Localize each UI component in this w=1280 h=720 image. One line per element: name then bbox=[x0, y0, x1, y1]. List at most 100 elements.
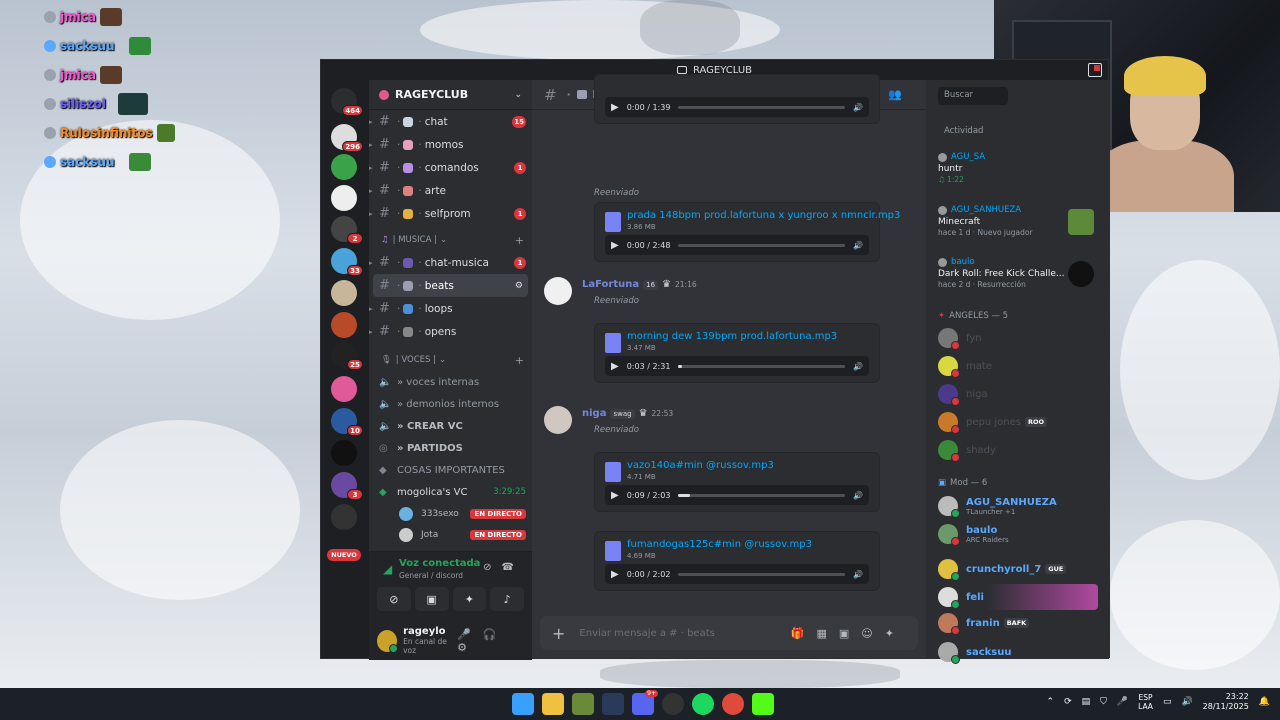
member-item[interactable]: pepu jones ROO bbox=[938, 409, 1098, 435]
network-icon[interactable]: ▤ bbox=[1082, 697, 1091, 707]
play-icon[interactable]: ▶ bbox=[611, 240, 619, 251]
add-channel-icon[interactable]: + bbox=[515, 354, 524, 367]
steam-icon[interactable] bbox=[602, 693, 624, 715]
soundboard-icon[interactable]: ♪ bbox=[490, 587, 524, 611]
play-icon[interactable]: ▶ bbox=[611, 569, 619, 580]
audio-attachment[interactable]: ▶ 0:00 / 1:39 🔊 bbox=[594, 74, 880, 124]
add-channel-icon[interactable]: + bbox=[515, 234, 524, 247]
member-item[interactable]: sacksuu bbox=[938, 639, 1098, 665]
camera-off-icon[interactable]: ⊘ bbox=[377, 587, 411, 611]
channel-selfprom[interactable]: ▸ # · · selfprom 1 bbox=[369, 202, 532, 225]
channel-comandos[interactable]: ▸ # · · comandos 1 bbox=[369, 156, 532, 179]
activity-card[interactable]: AGU_SA huntr ♫ 1:22 bbox=[938, 152, 1098, 184]
audio-progress[interactable] bbox=[678, 105, 846, 109]
channel-opens[interactable]: ▸ # · · opens bbox=[369, 320, 532, 343]
channel-beats[interactable]: # · · beats ⚙ bbox=[373, 274, 528, 297]
voice-channel[interactable]: 🔈 » demonios internos bbox=[369, 393, 532, 415]
display-icon[interactable]: ▭ bbox=[1163, 697, 1172, 707]
audio-attachment[interactable]: morning dew 139bpm prod.lafortuna.mp3 3.… bbox=[594, 323, 880, 383]
server-icon[interactable]: 10 bbox=[331, 408, 363, 436]
voice-channel[interactable]: 🔈 » CREAR VC bbox=[369, 415, 532, 437]
screen-share-icon[interactable]: ▣ bbox=[414, 587, 449, 611]
channel-chat[interactable]: ▸ # · · chat 15 bbox=[369, 110, 532, 133]
volume-icon[interactable]: 🔊 bbox=[853, 570, 863, 579]
server-icon[interactable]: 296 bbox=[331, 124, 363, 152]
minecraft-launcher-icon[interactable] bbox=[572, 693, 594, 715]
play-icon[interactable]: ▶ bbox=[611, 361, 619, 372]
file-name[interactable]: fumandogas125c#min @russov.mp3 bbox=[627, 539, 812, 550]
composer-placeholder[interactable]: Enviar mensaje a # · beats bbox=[579, 628, 714, 639]
microphone-icon[interactable]: 🎤 bbox=[1117, 697, 1128, 707]
kick-icon[interactable] bbox=[752, 693, 774, 715]
category-voces[interactable]: 🎙 | VOCES | ⌄ + bbox=[369, 349, 532, 371]
member-item[interactable]: AGU_SANHUEZA TLauncher +1 bbox=[938, 493, 1098, 519]
voice-channel[interactable]: ◆ COSAS IMPORTANTES bbox=[369, 459, 532, 481]
channel-arte[interactable]: ▸ # · · arte bbox=[369, 179, 532, 202]
play-icon[interactable]: ▶ bbox=[611, 490, 619, 501]
voice-user[interactable]: 333sexo EN DIRECTO bbox=[369, 503, 532, 524]
member-item[interactable]: baulo ARC Raiders bbox=[938, 521, 1098, 547]
volume-icon[interactable]: 🔊 bbox=[853, 362, 863, 371]
activity-card[interactable]: AGU_SANHUEZA Minecraft hace 1 d · Nuevo … bbox=[938, 205, 1098, 237]
server-header[interactable]: RAGEYCLUB ⌄ bbox=[369, 80, 532, 110]
file-name[interactable]: vazo140a#min @russov.mp3 bbox=[627, 460, 774, 471]
server-icon[interactable]: 25 bbox=[331, 342, 363, 370]
server-icon[interactable]: 2 bbox=[331, 216, 363, 244]
message-composer[interactable]: + Enviar mensaje a # · beats 🎁▦▣☺✦ bbox=[540, 616, 918, 650]
disconnect-icon[interactable]: ⊘☎ bbox=[483, 562, 524, 573]
language-indicator[interactable]: ESP LAA bbox=[1138, 693, 1153, 711]
avatar[interactable] bbox=[544, 406, 572, 434]
channel-chat-musica[interactable]: ▸ # · · chat-musica 1 bbox=[369, 251, 532, 274]
chrome-icon[interactable] bbox=[722, 693, 744, 715]
clock[interactable]: 23:22 28/11/2025 bbox=[1203, 692, 1249, 712]
volume-icon[interactable]: 🔊 bbox=[853, 103, 863, 112]
audio-progress[interactable] bbox=[678, 493, 846, 497]
notification-icon[interactable]: 🔔 bbox=[1259, 697, 1270, 707]
member-item[interactable]: niga bbox=[938, 381, 1098, 407]
member-item[interactable]: mate bbox=[938, 353, 1098, 379]
audio-attachment[interactable]: prada 148bpm prod.lafortuna x yungroo x … bbox=[594, 202, 900, 262]
chevron-up-icon[interactable]: ⌃ bbox=[1047, 697, 1055, 707]
voice-user[interactable]: Jota EN DIRECTO bbox=[369, 524, 532, 545]
composer-tools-icon[interactable]: 🎁▦▣☺✦ bbox=[791, 627, 906, 640]
server-icon[interactable]: 3 bbox=[331, 472, 363, 500]
message-author[interactable]: niga bbox=[582, 408, 606, 419]
member-item[interactable]: feli bbox=[938, 584, 1098, 610]
volume-icon[interactable]: 🔊 bbox=[1181, 697, 1192, 707]
avatar[interactable] bbox=[377, 629, 399, 653]
voice-channel[interactable]: ◎ » PARTIDOS bbox=[369, 437, 532, 459]
add-attachment-icon[interactable]: + bbox=[552, 624, 565, 643]
member-item[interactable]: franin BAFK bbox=[938, 610, 1098, 636]
server-icon[interactable]: 33 bbox=[331, 248, 363, 276]
mic-headset-settings-icon[interactable]: 🎤🎧⚙ bbox=[457, 628, 524, 654]
spotify-icon[interactable] bbox=[692, 693, 714, 715]
server-icon[interactable] bbox=[331, 185, 357, 211]
member-item[interactable]: crunchyroll_7 GUE bbox=[938, 556, 1098, 582]
window-control-button[interactable] bbox=[1088, 63, 1102, 77]
server-icon[interactable] bbox=[331, 312, 357, 338]
channel-loops[interactable]: ▸ # · · loops bbox=[369, 297, 532, 320]
member-item[interactable]: shady bbox=[938, 437, 1098, 463]
obs-icon[interactable] bbox=[662, 693, 684, 715]
volume-icon[interactable]: 🔊 bbox=[853, 491, 863, 500]
play-icon[interactable]: ▶ bbox=[611, 102, 619, 113]
message-author[interactable]: LaFortuna bbox=[582, 279, 639, 290]
server-icon[interactable]: 464 bbox=[331, 88, 363, 116]
audio-attachment[interactable]: vazo140a#min @russov.mp3 4.71 MB ▶ 0:09 … bbox=[594, 452, 880, 512]
server-icon[interactable] bbox=[331, 440, 357, 466]
avatar[interactable] bbox=[544, 277, 572, 305]
voice-channel-live[interactable]: ◆ mogolica's VC 3:29:25 bbox=[369, 481, 532, 503]
member-item[interactable]: fyn bbox=[938, 325, 1098, 351]
server-icon[interactable] bbox=[331, 504, 357, 530]
category-musica[interactable]: ♫ | MUSICA | ⌄ + bbox=[369, 229, 532, 251]
audio-progress[interactable] bbox=[678, 364, 846, 368]
server-icon[interactable] bbox=[331, 280, 357, 306]
volume-icon[interactable]: 🔊 bbox=[853, 241, 863, 250]
sync-icon[interactable]: ⟳ bbox=[1064, 697, 1072, 707]
activity-card[interactable]: baulo Dark Roll: Free Kick Challe... hac… bbox=[938, 257, 1098, 289]
audio-progress[interactable] bbox=[678, 243, 846, 247]
shield-icon[interactable]: ⛉ bbox=[1100, 697, 1107, 707]
search-input[interactable]: Buscar bbox=[938, 87, 1008, 105]
audio-attachment[interactable]: fumandogas125c#min @russov.mp3 4.69 MB ▶… bbox=[594, 531, 880, 591]
file-name[interactable]: prada 148bpm prod.lafortuna x yungroo x … bbox=[627, 210, 900, 221]
